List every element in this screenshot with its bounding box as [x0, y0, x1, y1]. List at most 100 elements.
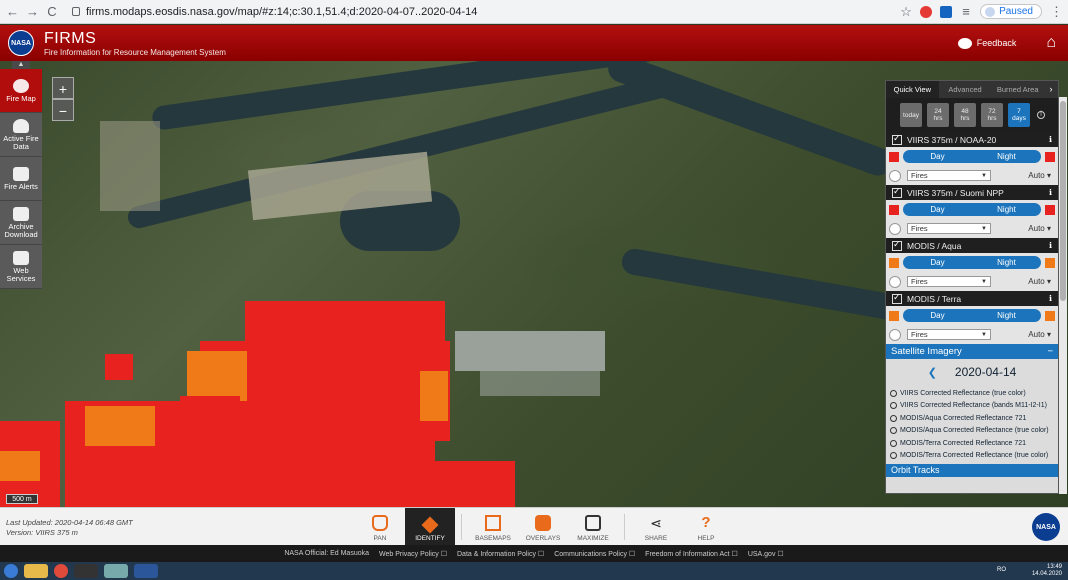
app-icon[interactable] — [104, 564, 128, 578]
extension-icon[interactable] — [940, 5, 953, 18]
rail-active-fire-data[interactable]: Active Fire Data — [0, 113, 42, 157]
zoom-in-button[interactable]: + — [52, 77, 74, 99]
night-option[interactable]: Night — [972, 309, 1041, 322]
word-icon[interactable] — [134, 564, 158, 578]
day-night-toggle[interactable]: Day Night — [903, 203, 1041, 216]
system-clock[interactable]: 13:49 14.04.2020 — [1032, 564, 1062, 578]
overlays-button[interactable]: OVERLAYS — [518, 508, 568, 546]
range-7days[interactable]: 7 days — [1008, 103, 1030, 127]
layer-checkbox[interactable] — [892, 292, 902, 304]
range-today[interactable]: today — [900, 103, 922, 127]
maximize-button[interactable]: MAXIMIZE — [568, 508, 618, 546]
visibility-icon[interactable] — [889, 328, 901, 341]
orbit-tracks-header[interactable]: Orbit Tracks — [886, 464, 1058, 477]
tab-quick-view[interactable]: Quick View — [886, 81, 939, 98]
radio-icon[interactable] — [890, 414, 897, 422]
info-icon[interactable]: i — [1037, 111, 1045, 119]
night-color-swatch[interactable] — [1045, 151, 1055, 162]
day-color-swatch[interactable] — [889, 257, 899, 268]
extension-icon[interactable] — [920, 5, 933, 18]
range-48hrs[interactable]: 48 hrs — [954, 103, 976, 127]
footer-link[interactable]: Web Privacy Policy ☐ — [379, 550, 447, 558]
night-option[interactable]: Night — [972, 256, 1041, 269]
footer-link[interactable]: Communications Policy ☐ — [554, 550, 635, 558]
layer-header[interactable]: MODIS / Terra ℹ — [886, 291, 1058, 306]
start-button-icon[interactable] — [4, 564, 18, 578]
info-icon[interactable]: ℹ — [1049, 241, 1052, 250]
footer-link[interactable]: Data & Information Policy ☐ — [457, 550, 544, 558]
pan-tool-button[interactable]: PAN — [355, 508, 405, 546]
star-icon[interactable]: ☆ — [900, 4, 912, 20]
fire-detection[interactable] — [0, 451, 40, 481]
fire-detection[interactable] — [85, 406, 155, 446]
layer-checkbox[interactable] — [892, 186, 902, 198]
fires-select[interactable]: Fires — [907, 276, 991, 287]
night-option[interactable]: Night — [972, 203, 1041, 216]
fire-detection[interactable] — [365, 461, 515, 507]
satellite-imagery-header[interactable]: Satellite Imagery − — [886, 344, 1058, 359]
tab-burned-area[interactable]: Burned Area — [991, 81, 1044, 98]
steam-icon[interactable] — [74, 564, 98, 578]
collapse-rail-icon[interactable]: ▲ — [12, 61, 30, 69]
day-color-swatch[interactable] — [889, 151, 899, 162]
fire-detection[interactable] — [245, 301, 445, 351]
imagery-option[interactable]: MODIS/Aqua Corrected Reflectance (true c… — [890, 425, 1054, 438]
range-72hrs[interactable]: 72 hrs — [981, 103, 1003, 127]
night-color-swatch[interactable] — [1045, 310, 1055, 321]
auto-select[interactable]: Auto ▾ — [1028, 171, 1051, 180]
nasa-logo[interactable]: NASA — [8, 30, 34, 56]
kebab-menu-icon[interactable]: ⋮ — [1050, 4, 1063, 20]
info-icon[interactable]: ℹ — [1049, 188, 1052, 197]
visibility-icon[interactable] — [889, 222, 901, 235]
night-color-swatch[interactable] — [1045, 204, 1055, 215]
rail-archive-download[interactable]: Archive Download — [0, 201, 42, 245]
nasa-footer-logo[interactable]: NASA — [1032, 513, 1060, 541]
chrome-icon[interactable] — [54, 564, 68, 578]
day-color-swatch[interactable] — [889, 310, 899, 321]
range-24hrs[interactable]: 24 hrs — [927, 103, 949, 127]
imagery-option[interactable]: VIIRS Corrected Reflectance (bands M11-I… — [890, 400, 1054, 413]
layer-checkbox[interactable] — [892, 133, 902, 145]
forward-icon[interactable]: → — [26, 4, 39, 19]
radio-icon[interactable] — [890, 427, 897, 435]
back-icon[interactable]: ← — [6, 4, 19, 19]
night-color-swatch[interactable] — [1045, 257, 1055, 268]
night-option[interactable]: Night — [972, 150, 1041, 163]
day-option[interactable]: Day — [903, 256, 972, 269]
share-button[interactable]: ⋖ SHARE — [631, 508, 681, 546]
visibility-icon[interactable] — [889, 275, 901, 288]
panel-scrollbar[interactable] — [1059, 97, 1067, 494]
auto-select[interactable]: Auto ▾ — [1028, 330, 1051, 339]
menu-list-icon[interactable]: ≡ — [960, 4, 972, 19]
tab-advanced[interactable]: Advanced — [939, 81, 992, 98]
imagery-option[interactable]: MODIS/Terra Corrected Reflectance 721 — [890, 437, 1054, 450]
imagery-option[interactable]: VIIRS Corrected Reflectance (true color) — [890, 387, 1054, 400]
help-button[interactable]: ? HELP — [681, 508, 731, 546]
day-option[interactable]: Day — [903, 150, 972, 163]
scroll-thumb[interactable] — [1060, 101, 1066, 301]
info-icon[interactable]: ℹ — [1049, 294, 1052, 303]
address-bar[interactable]: firms.modaps.eosdis.nasa.gov/map/#z:14;c… — [66, 3, 892, 21]
footer-link[interactable]: USA.gov ☐ — [748, 550, 784, 558]
rail-web-services[interactable]: Web Services — [0, 245, 42, 289]
day-night-toggle[interactable]: Day Night — [903, 150, 1041, 163]
profile-paused-button[interactable]: Paused — [980, 4, 1042, 19]
layer-header[interactable]: MODIS / Aqua ℹ — [886, 238, 1058, 253]
fires-select[interactable]: Fires — [907, 329, 991, 340]
auto-select[interactable]: Auto ▾ — [1028, 224, 1051, 233]
identify-tool-button[interactable]: IDENTIFY — [405, 508, 455, 546]
radio-icon[interactable] — [890, 402, 897, 410]
footer-link[interactable]: Freedom of Information Act ☐ — [645, 550, 738, 558]
radio-icon[interactable] — [890, 389, 897, 397]
layer-header[interactable]: VIIRS 375m / Suomi NPP ℹ — [886, 185, 1058, 200]
info-icon[interactable]: ℹ — [1049, 135, 1052, 144]
fire-detection[interactable] — [420, 371, 448, 421]
imagery-option[interactable]: MODIS/Aqua Corrected Reflectance 721 — [890, 412, 1054, 425]
radio-icon[interactable] — [890, 452, 897, 460]
fires-select[interactable]: Fires — [907, 170, 991, 181]
fire-detection[interactable] — [180, 396, 240, 446]
layer-header[interactable]: VIIRS 375m / NOAA-20 ℹ — [886, 132, 1058, 147]
fire-detection[interactable] — [355, 421, 435, 461]
radio-icon[interactable] — [890, 439, 897, 447]
file-explorer-icon[interactable] — [24, 564, 48, 578]
